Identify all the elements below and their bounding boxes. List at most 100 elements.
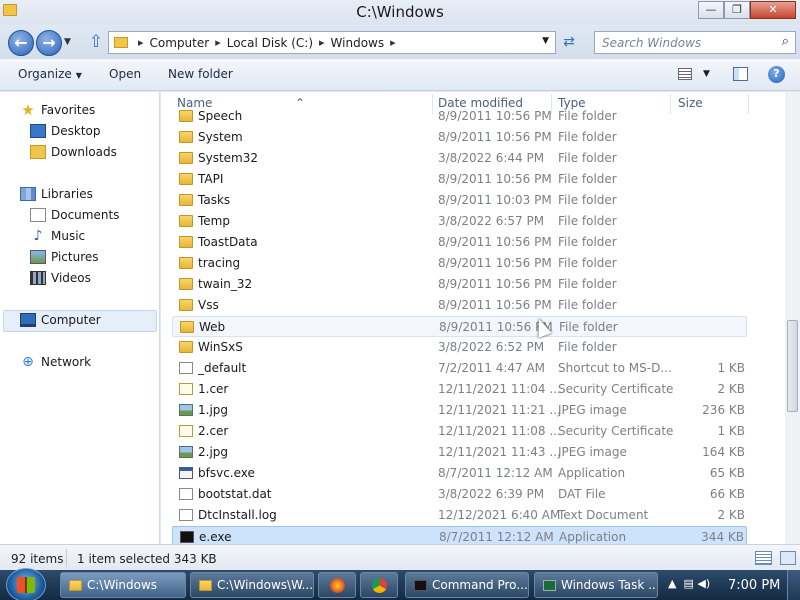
file-size: 65 KB <box>709 466 745 480</box>
breadcrumb-windows[interactable]: Windows <box>331 36 385 50</box>
maximize-button[interactable]: ❐ <box>724 1 750 19</box>
forward-button[interactable]: → <box>36 30 62 56</box>
file-type: Text Document <box>558 508 649 522</box>
show-hidden-icons-icon[interactable]: ▲ <box>668 577 676 590</box>
file-name: System <box>198 130 243 144</box>
file-row[interactable]: DtcInstall.log 12/12/2021 6:40 AM Text Doc… <box>172 505 747 526</box>
sidebar-item-desktop[interactable]: Desktop <box>30 121 101 141</box>
file-row[interactable]: 2.jpg 12/11/2021 11:43 ... JPEG image 164 K… <box>172 442 747 463</box>
help-icon[interactable]: ? <box>768 66 785 83</box>
file-row[interactable]: e.exe 8/7/2011 12:12 AM Application 344 KB <box>172 526 747 544</box>
sidebar-item-downloads[interactable]: Downloads <box>30 142 117 162</box>
file-row[interactable]: bfsvc.exe 8/7/2011 12:12 AM Application 65 … <box>172 463 747 484</box>
taskbar-button-explorer[interactable]: C:\Windows\W... <box>190 572 314 598</box>
image-icon <box>179 446 193 458</box>
taskbar-button-explorer[interactable]: C:\Windows <box>60 572 186 598</box>
open-button[interactable]: Open <box>109 67 141 81</box>
pictures-icon <box>30 250 46 264</box>
show-desktop-button[interactable] <box>787 570 800 600</box>
vertical-scrollbar[interactable] <box>785 92 800 544</box>
details-view-icon[interactable] <box>755 551 772 565</box>
change-view-icon[interactable] <box>678 68 692 80</box>
sidebar-item-libraries[interactable]: Libraries <box>20 184 93 204</box>
breadcrumb-arrow-icon[interactable]: ▸ <box>319 36 325 49</box>
file-name: ToastData <box>198 235 258 249</box>
folder-icon <box>179 341 193 353</box>
sidebar-item-documents[interactable]: Documents <box>30 205 119 225</box>
file-name: 2.jpg <box>198 445 229 459</box>
sidebar-item-favorites[interactable]: ★ Favorites <box>20 100 95 120</box>
taskbar-button-chrome[interactable] <box>360 572 398 598</box>
file-row[interactable]: bootstat.dat 3/8/2022 6:39 PM DAT File 66 K… <box>172 484 747 505</box>
close-button[interactable]: ✕ <box>750 1 796 19</box>
file-type: File folder <box>558 298 617 312</box>
back-button[interactable]: ← <box>8 30 34 56</box>
taskbar-button-firefox[interactable] <box>318 572 356 598</box>
taskbar-button-command-prompt[interactable]: Command Pro... <box>405 572 529 598</box>
chevron-down-icon: ▼ <box>75 71 82 80</box>
start-button[interactable] <box>6 568 46 600</box>
file-row[interactable]: _default 7/2/2011 4:47 AM Shortcut to MS-D… <box>172 358 747 379</box>
volume-icon[interactable]: ◀) <box>697 577 710 590</box>
file-row[interactable]: ToastData 8/9/2011 10:56 PM File folder <box>172 232 747 253</box>
file-row[interactable]: System32 3/8/2022 6:44 PM File folder <box>172 148 747 169</box>
refresh-button[interactable]: ⇄ <box>558 32 580 53</box>
breadcrumb-computer[interactable]: Computer <box>150 36 210 50</box>
file-row[interactable]: Web 8/9/2011 10:56 PM File folder <box>172 316 747 337</box>
minimize-button[interactable]: — <box>698 1 724 19</box>
file-date-modified: 8/9/2011 10:56 PM <box>438 298 552 312</box>
file-row[interactable]: 1.cer 12/11/2021 11:04 ... Security Certif… <box>172 379 747 400</box>
file-row[interactable]: TAPI 8/9/2011 10:56 PM File folder <box>172 169 747 190</box>
sidebar-item-music[interactable]: ♪ Music <box>30 226 86 246</box>
taskbar: C:\Windows C:\Windows\W... Command Pro..… <box>0 568 800 600</box>
up-button[interactable]: ⇧ <box>86 32 106 52</box>
large-icons-view-icon[interactable] <box>780 551 796 565</box>
address-dropdown-icon[interactable]: ▼ <box>542 36 549 46</box>
scrollbar-thumb[interactable] <box>787 320 798 412</box>
file-name: e.exe <box>199 530 232 544</box>
taskbar-button-label: Command Pro... <box>432 578 528 592</box>
preview-pane-icon[interactable] <box>733 67 748 81</box>
chevron-down-icon[interactable]: ▼ <box>703 69 710 79</box>
file-row[interactable]: tracing 8/9/2011 10:56 PM File folder <box>172 253 747 274</box>
downloads-icon <box>30 145 46 159</box>
breadcrumb-arrow-icon[interactable]: ▸ <box>215 36 221 49</box>
file-row[interactable]: Tasks 8/9/2011 10:03 PM File folder <box>172 190 747 211</box>
file-type: File folder <box>558 256 617 270</box>
file-row[interactable]: 1.jpg 12/11/2021 11:21 ... JPEG image 236 K… <box>172 400 747 421</box>
file-date-modified: 8/9/2011 10:56 PM <box>438 130 552 144</box>
folder-icon <box>179 215 193 227</box>
sidebar-item-label: Downloads <box>51 145 117 159</box>
clock[interactable]: 7:00 PM <box>728 578 780 593</box>
breadcrumb-local-disk[interactable]: Local Disk (C:) <box>227 36 313 50</box>
breadcrumb-arrow-icon[interactable]: ▸ <box>390 36 396 49</box>
address-bar[interactable]: ▸ Computer ▸ Local Disk (C:) ▸ Windows ▸… <box>108 31 556 54</box>
network-status-icon[interactable]: ▤ <box>683 577 693 590</box>
file-row[interactable]: WinSxS 3/8/2022 6:52 PM File folder <box>172 337 747 358</box>
system-tray: ▲ ▤ ◀) <box>668 577 710 590</box>
sidebar-item-videos[interactable]: Videos <box>30 268 91 288</box>
taskbar-button-task-manager[interactable]: Windows Task ... <box>534 572 658 598</box>
file-row[interactable]: Speech 8/9/2011 10:56 PM File folder <box>172 106 747 127</box>
file-row[interactable]: Temp 3/8/2022 6:57 PM File folder <box>172 211 747 232</box>
chrome-icon <box>371 577 387 593</box>
search-icon[interactable]: ⌕ <box>782 34 789 49</box>
sidebar-item-computer[interactable]: Computer <box>20 310 101 330</box>
column-divider[interactable] <box>748 94 749 114</box>
navigation-pane: ★ Favorites Desktop Downloads Libraries D… <box>0 92 160 544</box>
sidebar-item-network[interactable]: ⊕ Network <box>20 352 91 372</box>
search-input[interactable]: Search Windows ⌕ <box>594 31 796 54</box>
sidebar-item-pictures[interactable]: Pictures <box>30 247 99 267</box>
file-row[interactable]: System 8/9/2011 10:56 PM File folder <box>172 127 747 148</box>
file-row[interactable]: 2.cer 12/11/2021 11:08 ... Security Certif… <box>172 421 747 442</box>
file-row[interactable]: twain_32 8/9/2011 10:56 PM File folder <box>172 274 747 295</box>
breadcrumb-arrow-icon[interactable]: ▸ <box>138 36 144 49</box>
new-folder-button[interactable]: New folder <box>168 67 233 81</box>
file-row[interactable]: Vss 8/9/2011 10:56 PM File folder <box>172 295 747 316</box>
organize-label: Organize <box>18 67 72 81</box>
sidebar-item-label: Network <box>41 355 92 369</box>
command-prompt-icon <box>180 531 194 543</box>
organize-button[interactable]: Organize ▼ <box>18 67 82 81</box>
command-bar: Organize ▼ Open New folder ▼ ? <box>0 59 800 91</box>
recent-pages-dropdown[interactable]: ▼ <box>64 37 71 47</box>
